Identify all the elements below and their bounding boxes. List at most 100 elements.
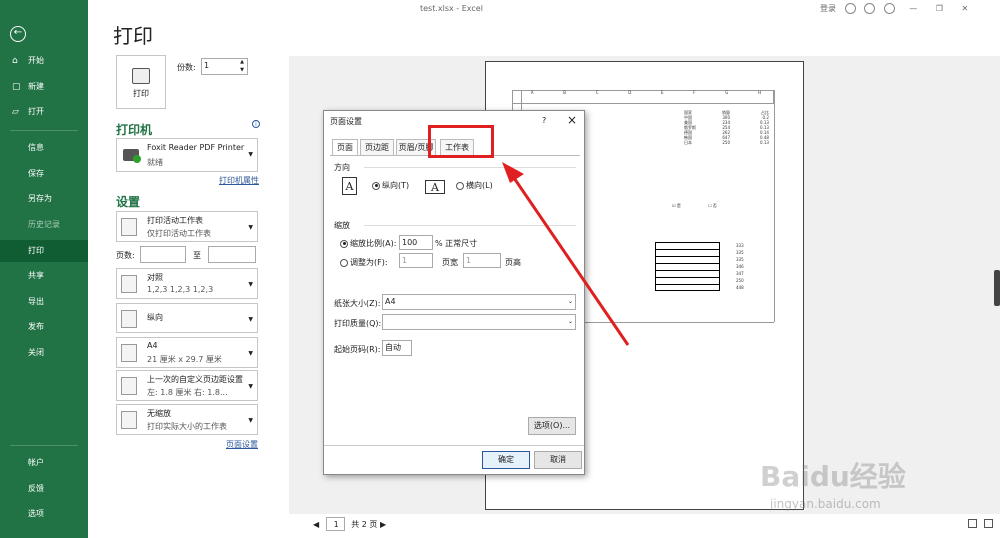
radio-icon [340, 239, 348, 248]
chevron-down-icon: ▼ [248, 350, 253, 357]
scaling-icon [121, 411, 137, 429]
nav-new[interactable]: ▢ 新建 [0, 76, 88, 98]
orientation-label: 方向 [334, 163, 350, 172]
tab-page[interactable]: 页面 [332, 139, 358, 155]
dialog-title: 页面设置 [330, 117, 362, 126]
minimize-icon[interactable]: — [909, 4, 917, 13]
prev-page-icon[interactable]: ◀ [313, 520, 319, 529]
zoom-to-page-icon[interactable] [984, 519, 993, 528]
printer-icon [132, 68, 150, 84]
chevron-down-icon: ▼ [248, 224, 253, 231]
first-page-input[interactable]: 自动 [382, 340, 412, 356]
checkbox-yes: ☑ 是 [672, 203, 681, 208]
nav-feedback[interactable]: 反馈 [0, 478, 88, 500]
annotation-arrow [502, 162, 630, 346]
help-icon[interactable] [883, 3, 895, 14]
nav-options[interactable]: 选项 [0, 503, 88, 525]
paper-icon [121, 344, 137, 362]
first-page-label: 起始页码(R): [334, 345, 381, 354]
folder-icon: ▱ [12, 107, 19, 117]
landscape-radio[interactable]: 横向(L) [456, 180, 493, 191]
margins-select[interactable]: 上一次的自定义页边距设置 左: 1.8 厘米 右: 1.8... ▼ [116, 370, 258, 401]
nav-close[interactable]: 关闭 [0, 342, 88, 364]
fit-to-radio[interactable]: 调整为(F): [340, 257, 388, 268]
checkbox-no: ☐ 否 [708, 203, 717, 208]
nav-info[interactable]: 信息 [0, 137, 88, 159]
login-link[interactable]: 登录 [820, 4, 836, 13]
info-icon[interactable]: i [252, 120, 260, 128]
frown-icon[interactable] [864, 3, 876, 14]
close-icon[interactable]: ✕ [961, 4, 968, 13]
sheet-icon [121, 218, 137, 236]
dialog-help-button[interactable]: ? [542, 116, 546, 125]
cancel-button[interactable]: 取消 [534, 451, 582, 469]
nav-account[interactable]: 帐户 [0, 452, 88, 474]
page-number-input[interactable]: 1 [325, 517, 345, 531]
country-column: 国家 中国 美国 俄罗斯 德国 韩国 日本 [684, 110, 696, 145]
nav-divider [10, 130, 78, 131]
vertical-scrollbar[interactable] [994, 270, 1000, 306]
portrait-icon: A [342, 177, 357, 195]
pages-to-input[interactable] [208, 246, 256, 263]
dialog-close-button[interactable]: × [567, 113, 577, 127]
nav-history[interactable]: 历史记录 [0, 214, 88, 236]
back-arrow-icon[interactable]: ← [10, 26, 26, 42]
options-button[interactable]: 选项(O)... [528, 417, 576, 435]
printer-section-title: 打印机 [116, 123, 153, 137]
nav-home[interactable]: ⌂ 开始 [0, 50, 88, 72]
new-doc-icon: ▢ [12, 82, 21, 92]
nav-divider-2 [10, 445, 78, 446]
page-title: 打印 [113, 24, 153, 48]
scale-ratio-input[interactable]: 100 [399, 235, 433, 250]
show-margins-icon[interactable] [968, 519, 977, 528]
printer-select[interactable]: Foxit Reader PDF Printer 就绪 ▼ [116, 138, 258, 172]
smiley-icon[interactable] [844, 3, 856, 14]
nav-save-as[interactable]: 另存为 [0, 188, 88, 210]
backstage-nav: ← ⌂ 开始 ▢ 新建 ▱ 打开 信息 保存 另存为 历史记录 打印 共享 导出 发布… [0, 0, 88, 538]
orientation-select[interactable]: 纵向 ▼ [116, 303, 258, 333]
print-button[interactable]: 打印 [116, 55, 166, 109]
fit-width-input[interactable]: 1 [399, 253, 433, 268]
chevron-down-icon: ▼ [248, 151, 253, 158]
column-headers: ABCDEFGH [530, 90, 762, 95]
scale-ratio-radio[interactable]: 缩放比例(A): [340, 238, 396, 249]
watermark-brand: Baidu经验 [760, 460, 906, 493]
nav-save[interactable]: 保存 [0, 163, 88, 185]
paper-size-select[interactable]: A4 21 厘米 x 29.7 厘米 ▼ [116, 337, 258, 368]
copies-label: 份数: [177, 63, 196, 72]
home-icon: ⌂ [12, 56, 18, 66]
print-what-select[interactable]: 打印活动工作表 仅打印活动工作表 ▼ [116, 211, 258, 242]
scaling-label: 缩放 [334, 221, 350, 230]
scaling-select[interactable]: 无缩放 打印实际大小的工作表 ▼ [116, 404, 258, 435]
collate-icon [121, 275, 137, 293]
bordered-table [655, 242, 720, 291]
page-right-border [774, 90, 775, 322]
pages-label: 页数: [116, 251, 135, 260]
settings-section-title: 设置 [116, 195, 141, 209]
highlight-box [428, 125, 494, 158]
page-setup-link[interactable]: 页面设置 [226, 439, 258, 450]
paper-size-label: 纸张大小(Z): [334, 299, 381, 308]
tab-margins[interactable]: 页边距 [360, 139, 394, 155]
next-page-icon[interactable]: ▶ [380, 520, 386, 529]
chevron-down-icon: ▼ [248, 281, 253, 288]
nav-open[interactable]: ▱ 打开 [0, 101, 88, 123]
title-bar-controls: 登录 — ❐ ✕ [820, 3, 968, 14]
collate-select[interactable]: 对照 1,2,3 1,2,3 1,2,3 ▼ [116, 268, 258, 299]
printer-properties-link[interactable]: 打印机属性 [219, 175, 259, 186]
pages-from-input[interactable] [140, 246, 186, 263]
copies-input[interactable]: 1 ▲ ▼ [201, 58, 248, 75]
nav-export[interactable]: 导出 [0, 291, 88, 313]
portrait-radio[interactable]: 纵向(T) [372, 180, 409, 191]
radio-icon [456, 181, 464, 190]
dialog-footer-divider [324, 445, 584, 446]
ok-button[interactable]: 确定 [482, 451, 530, 469]
nav-share[interactable]: 共享 [0, 265, 88, 287]
nav-print[interactable]: 打印 [0, 240, 88, 262]
fit-width-unit: 页宽 [442, 258, 458, 267]
pages-to-label: 至 [193, 251, 201, 260]
chevron-down-icon: ▼ [248, 417, 253, 424]
nav-publish[interactable]: 发布 [0, 316, 88, 338]
spinner-icon[interactable]: ▲ ▼ [240, 58, 244, 74]
restore-icon[interactable]: ❐ [936, 4, 943, 13]
